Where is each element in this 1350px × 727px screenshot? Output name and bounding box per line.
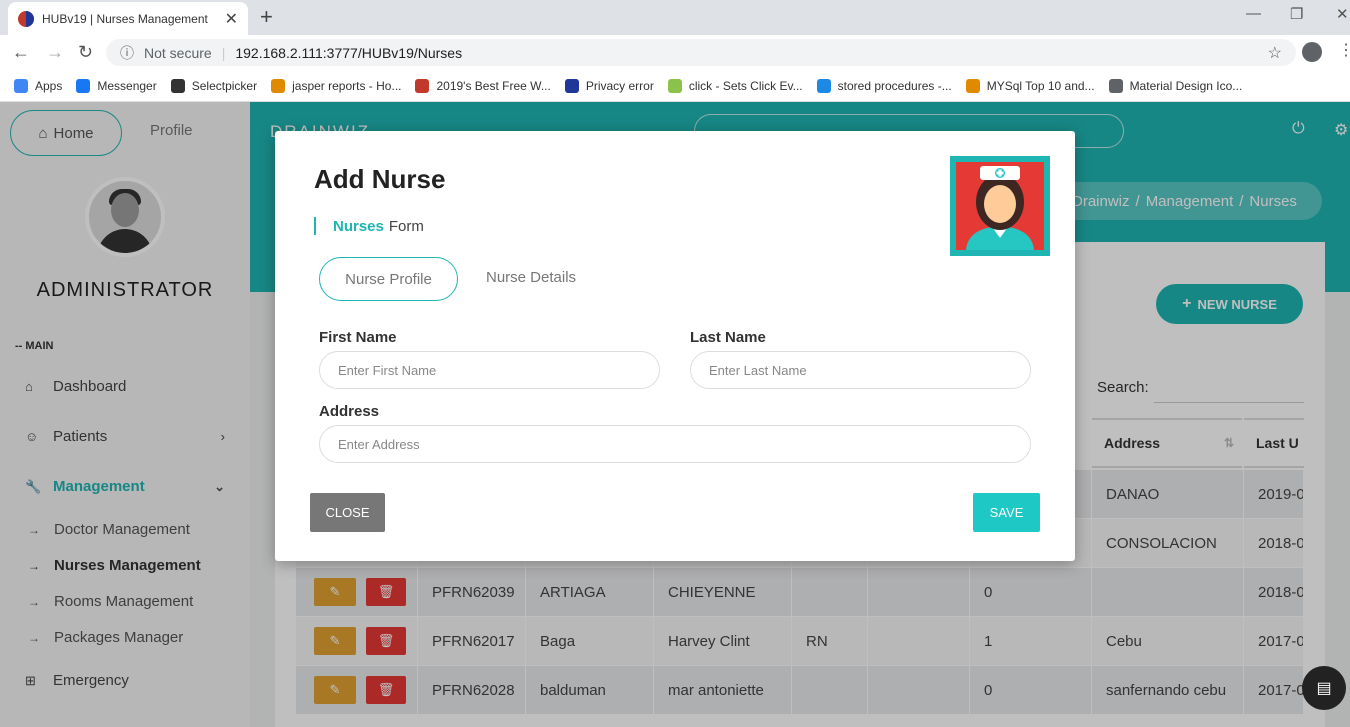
save-button[interactable]: SAVE (973, 493, 1040, 532)
bookmark-icon (415, 78, 430, 93)
profile-icon[interactable] (1302, 42, 1322, 62)
tab-nurse-details[interactable]: Nurse Details (486, 269, 576, 286)
bookmark-item[interactable]: Selectpicker (170, 78, 257, 93)
close-button[interactable]: CLOSE (310, 493, 385, 532)
new-tab-icon[interactable]: + (260, 4, 273, 30)
menu-dots-icon[interactable]: ⋮ (1338, 40, 1350, 60)
favicon-icon (18, 10, 34, 27)
address-field[interactable] (319, 425, 1031, 463)
bookmark-icon (271, 78, 286, 93)
close-tab-icon[interactable]: ✕ (225, 9, 238, 29)
bookmark-item[interactable]: Messenger (76, 78, 157, 93)
bookmark-item[interactable]: Material Design Ico... (1108, 78, 1242, 93)
address-bar[interactable]: ⓘ Not secure | 192.168.2.111:3777/HUBv19… (106, 39, 1296, 66)
add-nurse-modal: Add Nurse Nurses Form Nurse Profile Nurs… (275, 131, 1075, 561)
not-secure-label: Not secure (144, 44, 212, 61)
bookmark-item[interactable]: 2019's Best Free W... (415, 78, 551, 93)
bookmark-icon (1108, 78, 1123, 93)
bookmark-item[interactable]: stored procedures -... (816, 78, 952, 93)
tab-strip: HUBv19 | Nurses Management ✕ + — ❐ ✕ (0, 0, 1350, 35)
bookmark-item[interactable]: jasper reports - Ho... (271, 78, 401, 93)
bookmarks-bar: Apps Messenger Selectpicker jasper reports … (0, 70, 1350, 102)
address-label: Address (319, 403, 380, 420)
first-name-field[interactable] (319, 351, 660, 389)
reload-icon[interactable]: ↻ (78, 42, 93, 63)
form-label: Nurses Form (314, 217, 424, 235)
chat-icon[interactable]: ▤ (1302, 666, 1346, 710)
info-icon: ⓘ (120, 44, 134, 61)
forward-icon[interactable]: → (46, 42, 64, 63)
window-close-icon[interactable]: ✕ (1336, 5, 1349, 23)
last-name-label: Last Name (690, 329, 766, 346)
bookmark-icon (14, 78, 28, 93)
bookmark-icon (667, 78, 682, 93)
bookmark-item[interactable]: Apps (14, 78, 62, 93)
bookmark-item[interactable]: MYSql Top 10 and... (965, 78, 1095, 93)
bookmark-icon (76, 78, 91, 93)
minimize-icon[interactable]: — (1246, 5, 1261, 22)
tab-title: HUBv19 | Nurses Management (42, 11, 208, 26)
modal-title: Add Nurse (314, 164, 446, 194)
last-name-field[interactable] (690, 351, 1031, 389)
bookmark-star-icon[interactable]: ☆ (1268, 43, 1282, 63)
bookmark-icon (965, 78, 980, 93)
bookmark-item[interactable]: Privacy error (564, 78, 654, 93)
bookmark-icon (170, 78, 185, 93)
bookmark-item[interactable]: click - Sets Click Ev... (667, 78, 803, 93)
url-text: 192.168.2.111:3777/HUBv19/Nurses (235, 44, 463, 61)
bookmark-icon (564, 78, 579, 93)
tab-nurse-profile[interactable]: Nurse Profile (319, 257, 458, 301)
first-name-label: First Name (319, 329, 397, 346)
bookmark-icon (816, 78, 831, 93)
nurse-avatar-icon (950, 156, 1050, 256)
browser-chrome: HUBv19 | Nurses Management ✕ + — ❐ ✕ ← →… (0, 0, 1350, 102)
browser-tab[interactable]: HUBv19 | Nurses Management ✕ (8, 2, 248, 35)
back-icon[interactable]: ← (12, 42, 30, 63)
restore-icon[interactable]: ❐ (1290, 5, 1303, 23)
